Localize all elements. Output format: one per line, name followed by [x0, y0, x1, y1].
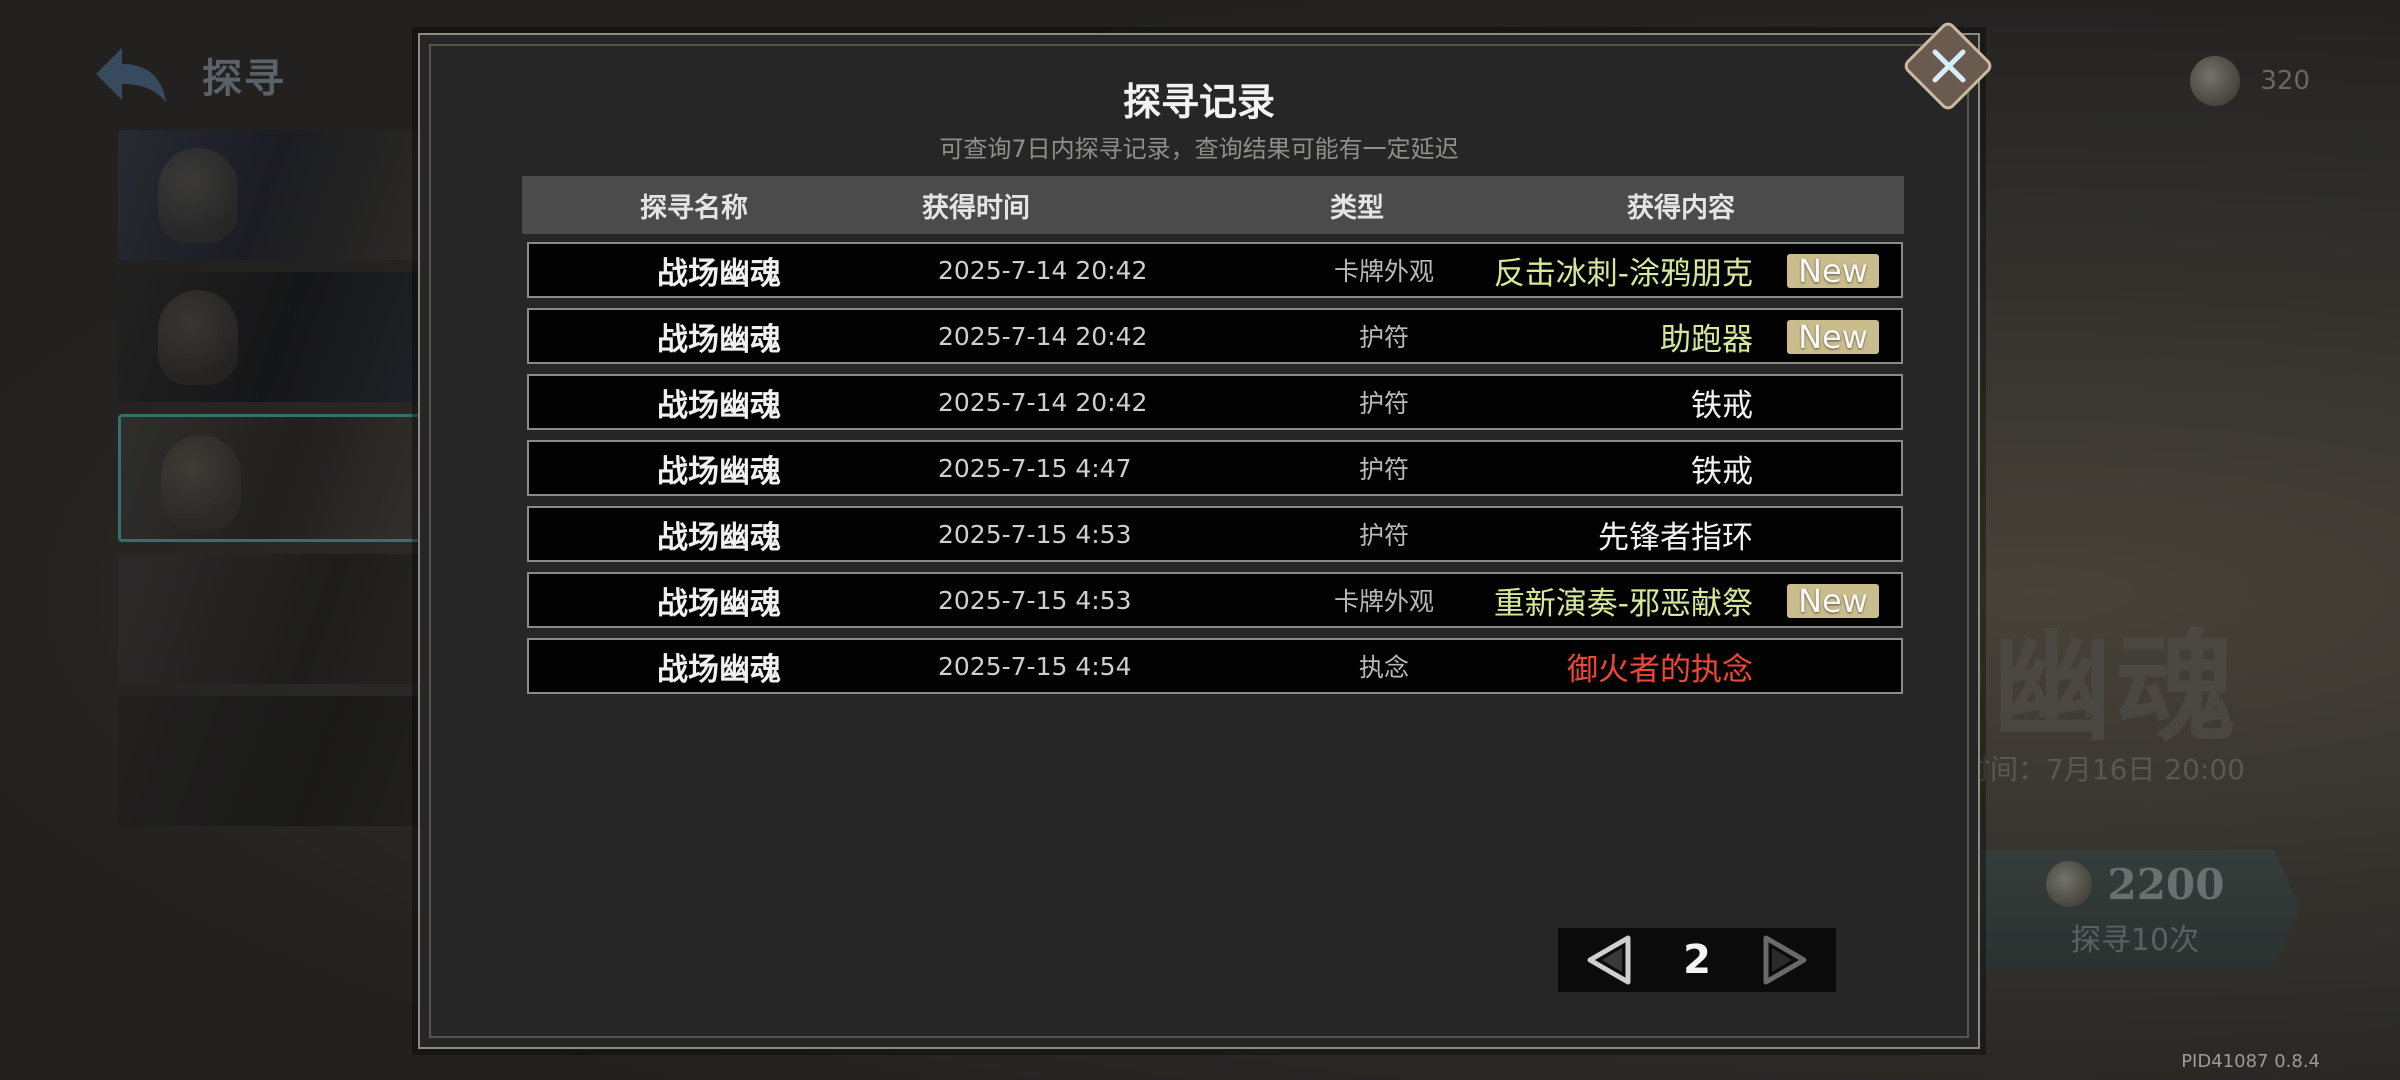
dialog-title: 探寻记录 — [1122, 79, 1275, 124]
column-header-type: 类型 — [1330, 192, 1384, 224]
close-icon[interactable] — [1925, 42, 1973, 90]
record-time: 2025-7-15 4:47 — [938, 453, 1132, 483]
record-type: 护符 — [1358, 521, 1409, 550]
column-header-name: 探寻名称 — [640, 192, 748, 224]
record-content: 御火者的执念 — [1567, 651, 1753, 688]
triangle-right-icon[interactable] — [1758, 934, 1810, 986]
record-content: 铁戒 — [1691, 453, 1753, 490]
column-header-content: 获得内容 — [1627, 192, 1735, 224]
record-time: 2025-7-14 20:42 — [938, 321, 1148, 351]
record-content: 重新演奏-邪恶献祭 — [1493, 585, 1753, 622]
record-time: 2025-7-14 20:42 — [938, 387, 1148, 417]
table-row: 战场幽魂 2025-7-15 4:47 护符 铁戒 — [527, 440, 1903, 496]
record-name: 战场幽魂 — [657, 453, 781, 490]
record-name: 战场幽魂 — [657, 651, 781, 688]
record-name: 战场幽魂 — [657, 387, 781, 424]
table-row: 战场幽魂 2025-7-14 20:42 护符 铁戒 — [527, 374, 1903, 430]
table-row: 战场幽魂 2025-7-15 4:54 执念 御火者的执念 — [527, 638, 1903, 694]
record-content: 铁戒 — [1691, 387, 1753, 424]
record-type: 护符 — [1358, 323, 1409, 352]
table-row: 战场幽魂 2025-7-15 4:53 卡牌外观 重新演奏-邪恶献祭 New — [527, 572, 1903, 628]
new-badge: New — [1787, 320, 1879, 354]
record-type: 护符 — [1358, 389, 1409, 418]
record-type: 执念 — [1358, 653, 1409, 682]
record-name: 战场幽魂 — [657, 519, 781, 556]
record-name: 战场幽魂 — [657, 585, 781, 622]
table-row: 战场幽魂 2025-7-15 4:53 护符 先锋者指环 — [527, 506, 1903, 562]
record-type: 护符 — [1358, 455, 1409, 484]
table-header: 探寻名称 获得时间 类型 获得内容 — [522, 176, 1904, 234]
triangle-left-icon[interactable] — [1584, 934, 1636, 986]
record-list: 战场幽魂 2025-7-14 20:42 卡牌外观 反击冰刺-涂鸦朋克 New … — [527, 242, 1903, 704]
dialog-subtitle: 可查询7日内探寻记录，查询结果可能有一定延迟 — [939, 135, 1459, 163]
record-name: 战场幽魂 — [657, 321, 781, 358]
record-time: 2025-7-14 20:42 — [938, 255, 1148, 285]
column-header-time: 获得时间 — [922, 192, 1030, 224]
page-number: 2 — [1683, 937, 1711, 983]
record-name: 战场幽魂 — [657, 255, 781, 292]
record-content: 先锋者指环 — [1598, 519, 1753, 556]
record-time: 2025-7-15 4:54 — [938, 651, 1132, 681]
new-badge: New — [1787, 584, 1879, 618]
record-time: 2025-7-15 4:53 — [938, 519, 1132, 549]
version-label: PID41087 0.8.4 — [2181, 1051, 2320, 1072]
table-row: 战场幽魂 2025-7-14 20:42 护符 助跑器 New — [527, 308, 1903, 364]
record-time: 2025-7-15 4:53 — [938, 585, 1132, 615]
record-type: 卡牌外观 — [1333, 257, 1434, 286]
pagination: 2 — [1558, 928, 1836, 992]
table-row: 战场幽魂 2025-7-14 20:42 卡牌外观 反击冰刺-涂鸦朋克 New — [527, 242, 1903, 298]
new-badge: New — [1787, 254, 1879, 288]
record-content: 助跑器 — [1660, 321, 1753, 358]
record-type: 卡牌外观 — [1333, 587, 1434, 616]
record-content: 反击冰刺-涂鸦朋克 — [1493, 255, 1753, 292]
